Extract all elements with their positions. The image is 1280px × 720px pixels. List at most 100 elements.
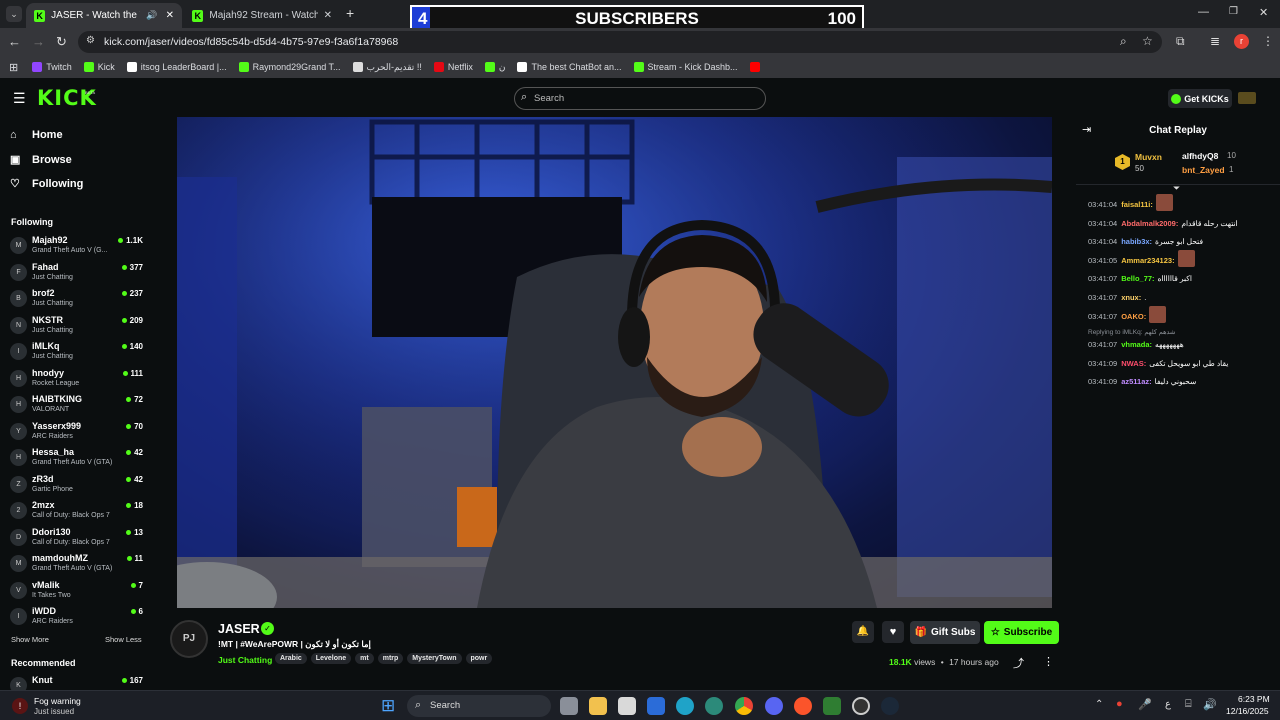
- sidebar-item-yasserx999[interactable]: Y Yasserx999 ARC Raiders 70: [10, 419, 146, 445]
- chat-message[interactable]: 03:41:09 NWAS: يقاد طي ابو سويحل تكفى: [1088, 359, 1228, 368]
- xbox-icon[interactable]: [823, 697, 841, 715]
- chat-username[interactable]: Ammar234123:: [1121, 256, 1174, 265]
- stream-tag[interactable]: Arabic: [275, 653, 307, 664]
- bookmark-item[interactable]: تقديم-الحرب !!: [352, 62, 422, 73]
- start-button[interactable]: ⊞: [381, 697, 395, 715]
- task-view-icon[interactable]: [560, 697, 578, 715]
- bookmark-item[interactable]: ن: [484, 62, 505, 73]
- video-player[interactable]: [177, 117, 1052, 608]
- sidebar-nav-following[interactable]: ♡ Following: [10, 177, 83, 191]
- chat-message[interactable]: 03:41:07 Bello_77: اكبر قااااااه: [1088, 274, 1192, 283]
- forward-icon[interactable]: →: [32, 34, 45, 49]
- network-icon[interactable]: ⌸: [1185, 698, 1192, 711]
- chat-username[interactable]: az511az:: [1121, 377, 1151, 386]
- chat-message[interactable]: 03:41:04 faisal11i:: [1088, 194, 1173, 211]
- chat-username[interactable]: Bello_77:: [1121, 274, 1154, 283]
- search-box[interactable]: ⌕ Search: [514, 87, 766, 110]
- stream-tag[interactable]: mt: [355, 653, 374, 664]
- chat-message[interactable]: 03:41:07 xnux:.: [1088, 293, 1146, 302]
- tab-majah92-stream[interactable]: K Majah92 Stream - Watch Live o ✕: [184, 3, 340, 28]
- bookmark-item[interactable]: Twitch: [32, 62, 72, 72]
- chat-message[interactable]: 03:41:05 Ammar234123:: [1088, 249, 1195, 267]
- obs-icon[interactable]: [852, 697, 870, 715]
- sidebar-item-ddori130[interactable]: D Ddori130 Call of Duty: Black Ops 7 13: [10, 525, 146, 551]
- mail-icon[interactable]: [647, 697, 665, 715]
- sidebar-item-hessa_ha[interactable]: H Hessa_ha Grand Theft Auto V (GTA) 42: [10, 445, 146, 471]
- media-control-icon[interactable]: ≣: [1210, 34, 1220, 48]
- get-kicks-button[interactable]: Get KICKs: [1168, 89, 1232, 108]
- filter-icon[interactable]: ⏷: [1173, 183, 1180, 194]
- app-icon[interactable]: [705, 697, 723, 715]
- brave-icon[interactable]: [794, 697, 812, 715]
- bookmark-item[interactable]: Kick: [83, 62, 115, 72]
- chat-message[interactable]: 03:41:04 Abdalmalk2009: انتهت رحله قاقدام: [1088, 219, 1238, 228]
- edge-icon[interactable]: [676, 697, 694, 715]
- sidebar-item-mamdouhmz[interactable]: MmamdouhMZ Grand Theft Auto V (GTA) 11: [10, 551, 146, 577]
- file-explorer-icon[interactable]: [589, 697, 607, 715]
- store-icon[interactable]: [618, 697, 636, 715]
- sidebar-item-vmalik[interactable]: VvMalik It Takes Two 7: [10, 578, 146, 604]
- stream-tag[interactable]: mtrp: [377, 653, 404, 664]
- follow-heart-button[interactable]: ♥: [882, 621, 904, 643]
- sidebar-item-brof2[interactable]: Bbrof2 Just Chatting 237: [10, 286, 146, 312]
- tab-list-dropdown[interactable]: ⌄: [6, 6, 22, 22]
- show-more-link[interactable]: Show More: [11, 635, 49, 644]
- chat-username[interactable]: NWAS:: [1121, 359, 1146, 368]
- notification-bell-button[interactable]: 🔔: [852, 621, 874, 643]
- chat-message[interactable]: 03:41:07 vhmada: هههههههه: [1088, 340, 1184, 349]
- channel-name[interactable]: JASER: [218, 622, 260, 636]
- bookmark-item[interactable]: Stream - Kick Dashb...: [633, 62, 738, 72]
- chat-username[interactable]: habib3x:: [1121, 237, 1152, 246]
- channel-avatar[interactable]: PJ: [170, 620, 208, 658]
- chat-username[interactable]: Abdalmalk2009:: [1121, 219, 1178, 228]
- sidebar-item-iwdd[interactable]: IiWDD ARC Raiders 6: [10, 604, 146, 630]
- tray-chevron-icon[interactable]: ⌃: [1095, 699, 1103, 710]
- sidebar-item-2mzx[interactable]: 2 2mzx Call of Duty: Black Ops 7 18: [10, 498, 146, 524]
- clock-date[interactable]: 12/16/2025: [1226, 706, 1269, 716]
- browser-menu-icon[interactable]: ⋮: [1262, 34, 1274, 48]
- language-indicator[interactable]: ع: [1165, 699, 1171, 710]
- stream-tag[interactable]: powr: [465, 653, 493, 664]
- show-less-link[interactable]: Show Less: [105, 635, 142, 644]
- restore-button[interactable]: ❐: [1229, 6, 1238, 17]
- weather-notification[interactable]: ! Fog warning Just issued: [6, 693, 146, 719]
- sidebar-item-imlkq[interactable]: IiMLKq Just Chatting 140: [10, 339, 146, 365]
- sidebar-item-fahad[interactable]: F Fahad Just Chatting 377: [10, 260, 146, 286]
- more-options-icon[interactable]: ⋮: [1043, 655, 1054, 668]
- stream-tag[interactable]: MysteryTown: [407, 653, 462, 664]
- sidebar-item-hnodyy[interactable]: Hhnodyy Rocket League 111: [10, 366, 146, 392]
- apps-grid-icon[interactable]: ⊞: [9, 61, 18, 74]
- steam-icon[interactable]: [881, 697, 899, 715]
- share-icon[interactable]: ⤴: [1013, 655, 1024, 671]
- sidebar-item-majah92[interactable]: M Majah92 Grand Theft Auto V (G... 1.1K: [10, 233, 146, 259]
- chat-message[interactable]: 03:41:07 OAKO:: [1088, 305, 1167, 323]
- clock-time[interactable]: 6:23 PM: [1238, 694, 1270, 704]
- chat-username[interactable]: faisal11i:: [1121, 200, 1153, 209]
- chat-username[interactable]: vhmada:: [1121, 340, 1152, 349]
- close-tab-icon[interactable]: ✕: [324, 10, 332, 21]
- bookmark-star-icon[interactable]: ☆: [1142, 34, 1153, 48]
- chat-message[interactable]: 03:41:09 az511az: سحبوني دليفا: [1088, 377, 1196, 386]
- bookmark-item[interactable]: itsog LeaderBoard |...: [126, 62, 227, 72]
- category-link[interactable]: Just Chatting: [218, 655, 272, 665]
- bookmark-item[interactable]: Netflix: [433, 62, 473, 72]
- taskbar-search[interactable]: ⌕ Search: [407, 695, 551, 717]
- user-avatar[interactable]: [1238, 92, 1256, 104]
- reload-icon[interactable]: ↻: [56, 34, 67, 50]
- hamburger-menu-icon[interactable]: ☰: [13, 90, 26, 107]
- bookmark-item[interactable]: Raymond29Grand T...: [238, 62, 341, 72]
- chat-username[interactable]: xnux:: [1121, 293, 1141, 302]
- microphone-icon[interactable]: 🎤: [1138, 698, 1152, 711]
- site-info-icon[interactable]: ⚙: [86, 35, 95, 46]
- sidebar-nav-home[interactable]: ⌂ Home: [10, 129, 63, 141]
- sidebar-item-haibtking[interactable]: H HAIBTKING VALORANT 72: [10, 392, 146, 418]
- sidebar-nav-browse[interactable]: ▣ Browse: [10, 153, 72, 167]
- stream-tag[interactable]: Levelone: [310, 653, 352, 664]
- extensions-icon[interactable]: ⧉: [1176, 34, 1185, 49]
- back-icon[interactable]: ←: [8, 34, 21, 49]
- chrome-icon[interactable]: [735, 697, 753, 715]
- volume-icon[interactable]: 🔊: [1203, 698, 1217, 711]
- profile-avatar[interactable]: r: [1234, 34, 1249, 49]
- sidebar-item-zr3d[interactable]: ZzR3d Gartic Phone 42: [10, 472, 146, 498]
- speaker-icon[interactable]: 🔊: [146, 10, 157, 21]
